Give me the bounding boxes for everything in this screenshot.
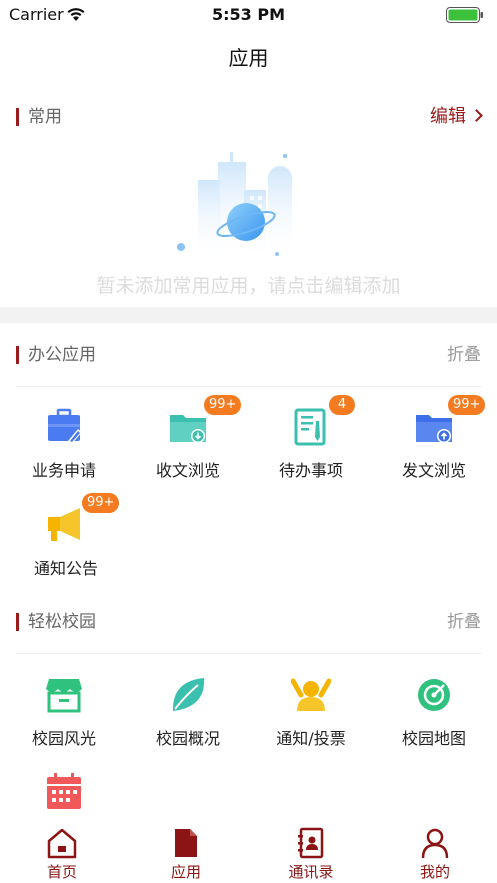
campus-section-title: 轻松校园 xyxy=(28,612,96,632)
app-campus-scenery[interactable]: 校园风光 xyxy=(2,675,126,765)
tab-mine[interactable]: 我的 xyxy=(373,815,497,883)
folder-download-icon xyxy=(170,415,206,443)
edit-button[interactable]: 编辑 xyxy=(430,105,483,129)
apps-document-icon xyxy=(175,829,197,857)
app-label: 收文浏览 xyxy=(155,461,220,480)
user-icon xyxy=(421,828,449,859)
folder-upload-icon xyxy=(416,415,452,443)
app-business-application[interactable]: 业务申请 xyxy=(2,407,126,497)
app-label: 校园概况 xyxy=(155,729,220,748)
section-accent-bar xyxy=(16,346,19,364)
briefcase-icon xyxy=(48,408,82,444)
office-section-title: 办公应用 xyxy=(28,345,96,365)
campus-divider xyxy=(16,653,481,654)
people-icon xyxy=(291,678,331,711)
edit-label: 编辑 xyxy=(430,106,466,127)
tab-label: 首页 xyxy=(46,863,77,881)
app-todo-items[interactable]: 4 待办事项 xyxy=(249,395,373,497)
megaphone-icon xyxy=(48,508,80,541)
tab-bar: 首页 应用 通讯录 我的 xyxy=(0,815,497,883)
todo-count-badge: 4 xyxy=(329,395,355,415)
office-divider xyxy=(16,386,481,387)
battery-icon xyxy=(446,7,483,23)
common-section-title: 常用 xyxy=(28,107,62,127)
app-notice-voting[interactable]: 通知/投票 xyxy=(249,675,373,765)
app-campus-overview[interactable]: 校园概况 xyxy=(126,675,250,765)
unread-count-badge: 99+ xyxy=(82,493,120,513)
section-accent-bar xyxy=(16,613,19,631)
app-label: 发文浏览 xyxy=(401,461,466,480)
section-divider xyxy=(0,307,497,323)
page-title: 应用 xyxy=(228,46,269,70)
compass-icon xyxy=(418,679,450,711)
office-collapse-button[interactable]: 折叠 xyxy=(447,343,481,367)
app-campus-map[interactable]: 校园地图 xyxy=(372,675,496,765)
app-label: 业务申请 xyxy=(31,461,96,480)
common-section-header: 常用 编辑 xyxy=(16,105,483,129)
app-label: 校园地图 xyxy=(401,729,466,748)
app-sent-documents[interactable]: 99+ 发文浏览 xyxy=(372,395,496,497)
office-section-header: 办公应用 折叠 xyxy=(16,343,481,367)
tab-contacts[interactable]: 通讯录 xyxy=(249,815,373,883)
status-bar: Carrier 5:53 PM xyxy=(0,0,497,30)
status-time: 5:53 PM xyxy=(211,5,285,24)
unread-count-badge: 99+ xyxy=(448,395,486,415)
app-label: 待办事项 xyxy=(278,461,343,480)
empty-city-planet-illustration xyxy=(177,152,292,260)
section-accent-bar xyxy=(16,108,19,126)
empty-hint-text: 暂未添加常用应用，请点击编辑添加 xyxy=(96,275,401,297)
calendar-icon xyxy=(47,773,81,809)
app-label: 通知公告 xyxy=(33,559,98,578)
app-label: 校园风光 xyxy=(31,729,96,748)
app-label: 通知/投票 xyxy=(276,729,346,748)
campus-section-header: 轻松校园 折叠 xyxy=(16,610,481,634)
leaf-icon xyxy=(172,678,205,711)
document-pen-icon xyxy=(294,408,326,446)
unread-count-badge: 99+ xyxy=(204,395,242,415)
app-received-documents[interactable]: 99+ 收文浏览 xyxy=(126,395,250,497)
tab-label: 通讯录 xyxy=(288,863,334,881)
tab-apps[interactable]: 应用 xyxy=(124,815,248,883)
tab-label: 应用 xyxy=(170,863,201,881)
chevron-right-icon xyxy=(470,109,483,122)
campus-collapse-button[interactable]: 折叠 xyxy=(447,610,481,634)
tab-home[interactable]: 首页 xyxy=(0,815,124,883)
app-notices[interactable]: 99+ 通知公告 xyxy=(4,493,128,595)
storefront-icon xyxy=(46,679,82,713)
contacts-icon xyxy=(298,827,324,859)
tab-label: 我的 xyxy=(419,863,450,881)
home-icon xyxy=(47,828,77,859)
